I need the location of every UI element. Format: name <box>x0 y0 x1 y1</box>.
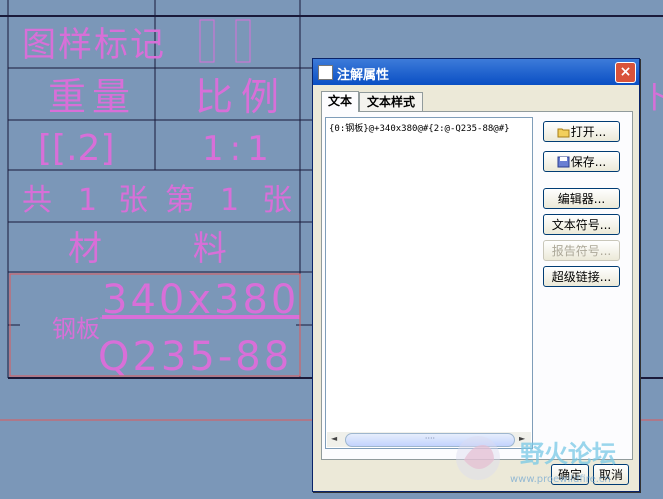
mark-cell <box>199 19 215 63</box>
sheet-info-total-count: 1 <box>78 183 97 218</box>
report-symbol-button[interactable]: 报告符号... <box>543 240 620 261</box>
note-text-content[interactable]: {0:钢板}@+340x380@#{2:@-Q235-88@#} <box>329 121 510 134</box>
label-weight: 重量 <box>48 75 136 119</box>
dialog-window-icon <box>318 65 333 80</box>
label-scale: 比例 <box>195 75 287 119</box>
note-properties-dialog[interactable]: 注解属性 × 文本 文本样式 {0:钢板}@+340x380@#{2:@-Q23… <box>312 58 640 492</box>
scroll-right-icon[interactable]: ► <box>519 434 525 443</box>
floppy-disk-icon <box>557 154 570 168</box>
material-name: 钢板 <box>52 315 100 343</box>
weight-value: [[.2] <box>38 128 114 169</box>
save-button-label: 保存... <box>570 155 607 169</box>
label-material: 材 料 <box>68 229 267 269</box>
dialog-title: 注解属性 <box>337 68 390 83</box>
sheet-info-total: 共 <box>22 183 52 218</box>
ok-button[interactable]: 确定 <box>551 464 589 485</box>
cancel-button[interactable]: 取消 <box>593 464 629 485</box>
text-symbol-button[interactable]: 文本符号... <box>543 214 620 235</box>
sheet-info-number: 1 <box>220 183 239 218</box>
open-button[interactable]: 打开... <box>543 121 620 142</box>
hyperlink-button[interactable]: 超级链接... <box>543 266 620 287</box>
horizontal-scrollbar[interactable]: ◄ ···· ► <box>327 432 531 447</box>
sheet-info-number-label: 第 <box>165 183 195 218</box>
material-grade: Q235-88 <box>98 334 292 380</box>
editor-button[interactable]: 编辑器... <box>543 188 620 209</box>
save-button[interactable]: 保存... <box>543 151 620 172</box>
scroll-thumb[interactable]: ···· <box>345 433 515 447</box>
sheet-info-sheet-2: 张 <box>262 183 292 218</box>
mark-cell <box>235 19 251 63</box>
edge-partial-text: 卜 <box>642 81 663 116</box>
label-drawing-mark: 图样标记 <box>22 25 166 65</box>
material-size: 340x380 <box>102 277 299 323</box>
sheet-info-sheet: 张 <box>118 183 148 218</box>
tab-text-style[interactable]: 文本样式 <box>359 92 423 111</box>
note-text-editor[interactable]: {0:钢板}@+340x380@#{2:@-Q235-88@#} ◄ ···· … <box>325 117 533 449</box>
dialog-titlebar[interactable]: 注解属性 × <box>313 59 639 85</box>
tab-text[interactable]: 文本 <box>321 91 359 112</box>
scale-value: 1:1 <box>202 129 275 169</box>
folder-open-icon <box>557 124 570 138</box>
close-button[interactable]: × <box>615 62 636 83</box>
open-button-label: 打开... <box>570 125 607 139</box>
scroll-left-icon[interactable]: ◄ <box>331 434 337 443</box>
